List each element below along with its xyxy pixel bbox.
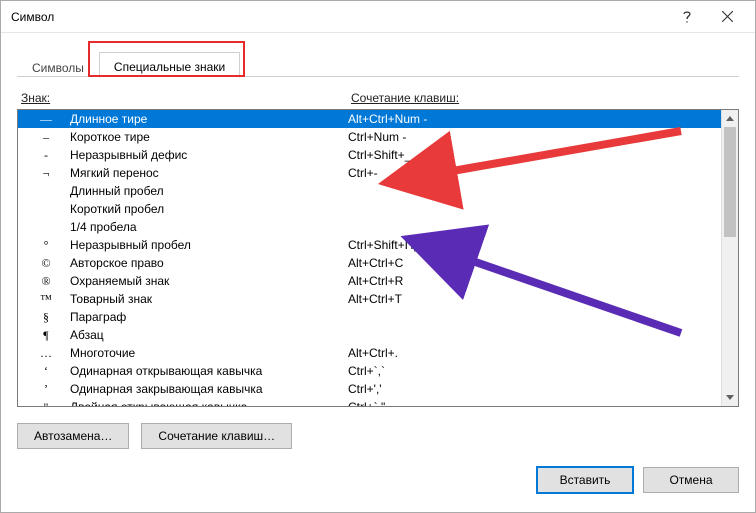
symbol-shortcut: Ctrl+`,` [348, 364, 721, 378]
symbol-name: Короткое тире [64, 130, 348, 144]
list-item[interactable]: —Длинное тиреAlt+Ctrl+Num - [18, 110, 721, 128]
symbol-name: Параграф [64, 310, 348, 324]
shortcut-assign-button[interactable]: Сочетание клавиш… [141, 423, 292, 449]
symbol-shortcut: Alt+Ctrl+T [348, 292, 721, 306]
symbol-glyph: ® [28, 274, 64, 289]
symbol-name: Охраняемый знак [64, 274, 348, 288]
window-title: Символ [11, 10, 667, 24]
symbol-name: Товарный знак [64, 292, 348, 306]
list-item[interactable]: Короткий пробел [18, 200, 721, 218]
symbol-glyph: ʼ [28, 382, 64, 397]
scrollbar-thumb[interactable] [724, 127, 736, 237]
symbol-name: Неразрывный дефис [64, 148, 348, 162]
symbol-name: Мягкий перенос [64, 166, 348, 180]
symbol-name: Авторское право [64, 256, 348, 270]
list-item[interactable]: …МноготочиеAlt+Ctrl+. [18, 344, 721, 362]
symbol-glyph: ¬ [28, 166, 64, 181]
list-item[interactable]: §Параграф [18, 308, 721, 326]
autocorrect-button[interactable]: Автозамена… [17, 423, 129, 449]
scrollbar[interactable] [721, 110, 738, 406]
symbol-name: Длинное тире [64, 112, 348, 126]
list-body[interactable]: —Длинное тиреAlt+Ctrl+Num -–Короткое тир… [18, 110, 721, 406]
lower-left-buttons: Автозамена… Сочетание клавиш… [17, 423, 739, 449]
symbol-glyph: " [28, 400, 64, 407]
dialog-content: Символы Специальные знаки Знак: Сочетани… [1, 33, 755, 512]
special-chars-list: —Длинное тиреAlt+Ctrl+Num -–Короткое тир… [17, 109, 739, 407]
symbol-shortcut: Alt+Ctrl+Num - [348, 112, 721, 126]
symbol-shortcut: Ctrl+Shift+Пробел [348, 238, 721, 252]
symbol-dialog: Символ Символы Специальные знаки Знак: С… [0, 0, 756, 513]
tab-symbols[interactable]: Символы [17, 52, 99, 78]
symbol-name: Одинарная открывающая кавычка [64, 364, 348, 378]
list-item[interactable]: ™Товарный знакAlt+Ctrl+T [18, 290, 721, 308]
symbol-shortcut: Alt+Ctrl+. [348, 346, 721, 360]
list-item[interactable]: ʻОдинарная открывающая кавычкаCtrl+`,` [18, 362, 721, 380]
symbol-name: Неразрывный пробел [64, 238, 348, 252]
symbol-shortcut: Ctrl+',' [348, 382, 721, 396]
col-header-shortcut: Сочетание клавиш: [351, 91, 459, 105]
list-item[interactable]: ©Авторское правоAlt+Ctrl+C [18, 254, 721, 272]
symbol-name: Двойная открывающая кавычка [64, 400, 348, 406]
symbol-glyph: - [28, 148, 64, 163]
symbol-glyph: ™ [28, 292, 64, 307]
symbol-glyph: ° [28, 238, 64, 253]
list-item[interactable]: -Неразрывный дефисCtrl+Shift+_ [18, 146, 721, 164]
symbol-glyph: – [28, 130, 64, 145]
symbol-glyph: © [28, 256, 64, 271]
symbol-shortcut: Ctrl+- [348, 166, 721, 180]
help-icon[interactable] [667, 3, 707, 31]
symbol-shortcut: Ctrl+Num - [348, 130, 721, 144]
symbol-name: Абзац [64, 328, 348, 342]
close-icon[interactable] [707, 3, 747, 31]
tab-bar: Символы Специальные знаки [17, 51, 739, 77]
list-item[interactable]: 1/4 пробела [18, 218, 721, 236]
symbol-name: Одинарная закрывающая кавычка [64, 382, 348, 396]
list-item[interactable]: ®Охраняемый знакAlt+Ctrl+R [18, 272, 721, 290]
ok-cancel-row: Вставить Отмена [17, 467, 739, 493]
list-item[interactable]: ¬Мягкий переносCtrl+- [18, 164, 721, 182]
symbol-glyph: … [28, 346, 64, 361]
titlebar: Символ [1, 1, 755, 33]
insert-button[interactable]: Вставить [537, 467, 633, 493]
symbol-glyph: — [28, 112, 64, 127]
list-item[interactable]: ¶Абзац [18, 326, 721, 344]
symbol-shortcut: Alt+Ctrl+R [348, 274, 721, 288]
symbol-name: 1/4 пробела [64, 220, 348, 234]
symbol-glyph: ʻ [28, 364, 64, 379]
symbol-glyph: § [28, 310, 64, 325]
symbol-name: Многоточие [64, 346, 348, 360]
symbol-name: Короткий пробел [64, 202, 348, 216]
scroll-up-icon[interactable] [722, 110, 738, 127]
symbol-shortcut: Alt+Ctrl+C [348, 256, 721, 270]
cancel-button[interactable]: Отмена [643, 467, 739, 493]
symbol-glyph: ¶ [28, 328, 64, 343]
scroll-down-icon[interactable] [722, 389, 738, 406]
list-item[interactable]: –Короткое тиреCtrl+Num - [18, 128, 721, 146]
list-item[interactable]: °Неразрывный пробелCtrl+Shift+Пробел [18, 236, 721, 254]
symbol-shortcut: Ctrl+`," [348, 400, 721, 406]
list-item[interactable]: ʼОдинарная закрывающая кавычкаCtrl+',' [18, 380, 721, 398]
col-header-sign: Знак: [21, 91, 111, 105]
column-headers: Знак: Сочетание клавиш: [17, 91, 739, 107]
list-item[interactable]: "Двойная открывающая кавычкаCtrl+`," [18, 398, 721, 406]
tab-special-chars[interactable]: Специальные знаки [99, 52, 240, 78]
symbol-name: Длинный пробел [64, 184, 348, 198]
list-item[interactable]: Длинный пробел [18, 182, 721, 200]
symbol-shortcut: Ctrl+Shift+_ [348, 148, 721, 162]
